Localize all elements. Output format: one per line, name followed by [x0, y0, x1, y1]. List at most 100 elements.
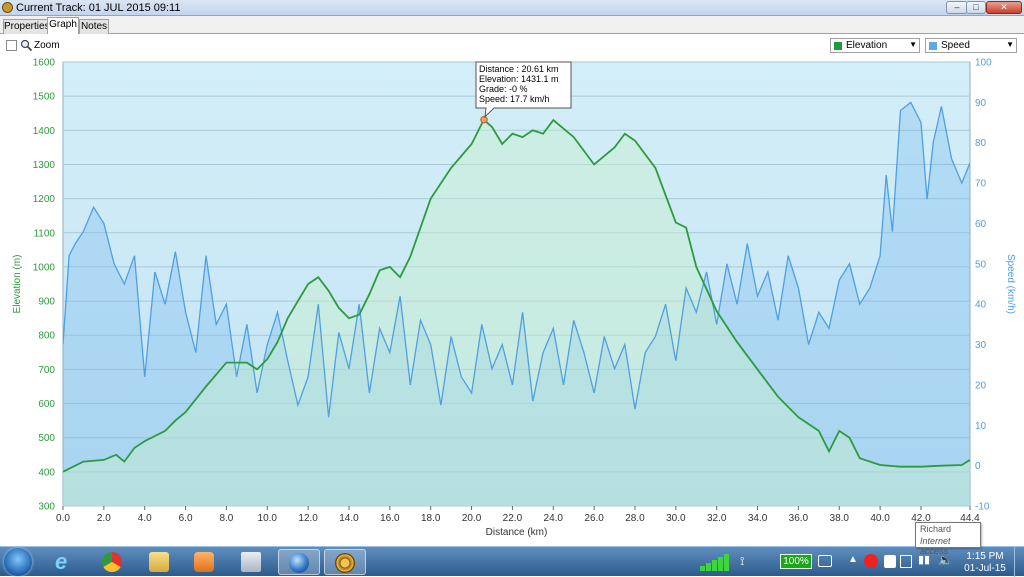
x-tick-label: 20.0 — [462, 513, 482, 524]
network-status: Internet access — [920, 536, 951, 556]
calculator-icon — [241, 552, 261, 572]
y-right-tick-label: 10 — [975, 421, 987, 432]
taskbar-file-explorer[interactable] — [141, 549, 179, 575]
taskbar-google-earth[interactable] — [278, 549, 320, 575]
device-icon[interactable] — [884, 555, 896, 568]
elevation-speed-chart[interactable]: 1600150014001300120011001000900800700600… — [0, 58, 1024, 546]
y-right-tick-label: 30 — [975, 340, 987, 351]
y-right-tick-label: 80 — [975, 138, 987, 149]
hover-marker-dot — [480, 115, 488, 124]
y-left-tick-label: 400 — [38, 467, 55, 478]
x-axis-label: Distance (km) — [486, 527, 548, 538]
x-tick-label: 36.0 — [789, 513, 809, 524]
show-desktop-button[interactable] — [1014, 547, 1024, 577]
x-tick-label: 26.0 — [584, 513, 604, 524]
zoom-label: Zoom — [34, 40, 60, 51]
network-name: Richard — [920, 524, 952, 534]
x-tick-label: 16.0 — [380, 513, 400, 524]
taskbar-media-player[interactable] — [186, 549, 224, 575]
taskbar-basecamp[interactable] — [324, 549, 366, 575]
window-titlebar: Current Track: 01 JUL 2015 09:11 – □ ✕ — [0, 0, 1024, 16]
graph-toolbar: Zoom Elevation ▼ Speed ▼ — [0, 34, 1024, 58]
point-info-tooltip: Distance : 20.61 km Elevation: 1431.1 m … — [475, 61, 572, 119]
hover-marker — [480, 115, 488, 124]
x-tick-label: 14.0 — [339, 513, 359, 524]
taskbar-internet-explorer[interactable]: e — [47, 549, 85, 575]
chrome-icon — [102, 552, 122, 572]
right-axis-select[interactable]: Speed ▼ — [925, 38, 1017, 53]
window-title: Current Track: 01 JUL 2015 09:11 — [16, 2, 181, 14]
plug-icon[interactable] — [818, 555, 832, 567]
x-tick-label: 10.0 — [258, 513, 278, 524]
app-icon — [2, 2, 13, 13]
close-button[interactable]: ✕ — [986, 1, 1022, 14]
x-tick-label: 38.0 — [830, 513, 850, 524]
tab-properties[interactable]: Properties — [3, 19, 50, 34]
y-left-tick-label: 1000 — [33, 262, 56, 273]
y-left-tick-label: 1300 — [33, 160, 56, 171]
y-right-tick-label: 0 — [975, 461, 981, 472]
tab-graph[interactable]: Graph — [47, 17, 79, 34]
folder-icon — [149, 552, 169, 572]
network-tooltip: Richard Internet access — [915, 522, 981, 556]
x-tick-label: 4.0 — [138, 513, 152, 524]
left-axis-select-value: Elevation — [846, 40, 888, 51]
x-tick-label: 30.0 — [666, 513, 686, 524]
antivirus-icon[interactable] — [864, 554, 878, 568]
x-tick-label: 22.0 — [503, 513, 523, 524]
y-left-tick-label: 600 — [38, 399, 55, 410]
x-tick-label: 32.0 — [707, 513, 727, 524]
y-right-tick-label: 40 — [975, 300, 987, 311]
speed-swatch — [929, 42, 937, 50]
x-tick-label: 6.0 — [179, 513, 193, 524]
elevation-swatch — [834, 42, 842, 50]
x-tick-label: 8.0 — [219, 513, 233, 524]
x-tick-label: 28.0 — [625, 513, 645, 524]
y-left-tick-label: 1200 — [33, 194, 56, 205]
x-tick-label: 40.0 — [870, 513, 890, 524]
tooltip-elevation: Elevation: 1431.1 m — [479, 74, 559, 84]
taskbar: e ⟟ 100% ▲ ▮▮ 🔈 1:15 PM 01-Jul-15 — [0, 546, 1024, 577]
y-left-tick-label: 300 — [38, 502, 55, 513]
start-button[interactable] — [4, 548, 32, 576]
minimize-button[interactable]: – — [946, 1, 968, 14]
x-tick-label: 18.0 — [421, 513, 441, 524]
taskbar-chrome[interactable] — [94, 549, 132, 575]
tooltip-speed: Speed: 17.7 km/h — [479, 94, 550, 104]
globe-icon — [289, 553, 309, 573]
clock-date[interactable]: 01-Jul-15 — [960, 563, 1010, 574]
flag-icon[interactable] — [900, 555, 912, 568]
zoom-checkbox[interactable] — [6, 40, 17, 51]
signal-strength-icon[interactable] — [698, 552, 732, 572]
y-left-tick-label: 700 — [38, 365, 55, 376]
left-axis-select[interactable]: Elevation ▼ — [830, 38, 920, 53]
maximize-button[interactable]: □ — [966, 1, 986, 14]
y-left-tick-label: 1600 — [33, 58, 56, 69]
x-tick-label: 0.0 — [56, 513, 70, 524]
y-right-tick-label: 60 — [975, 219, 987, 230]
battery-indicator[interactable]: 100% — [780, 554, 812, 569]
x-tick-label: 2.0 — [97, 513, 111, 524]
tooltip-grade: Grade: -0 % — [479, 84, 528, 94]
antenna-icon[interactable]: ⟟ — [740, 554, 754, 570]
y-axis-right-label: Speed (km/h) — [1005, 254, 1016, 314]
internet-explorer-icon: e — [55, 549, 68, 574]
y-left-tick-label: 500 — [38, 433, 55, 444]
show-hidden-icons-icon[interactable]: ▲ — [848, 554, 858, 565]
y-right-tick-label: 20 — [975, 380, 987, 391]
y-right-tick-label: -10 — [975, 502, 990, 513]
y-left-tick-label: 1500 — [33, 92, 56, 103]
chevron-down-icon: ▼ — [1006, 40, 1014, 49]
x-tick-label: 12.0 — [298, 513, 318, 524]
tooltip-distance: Distance : 20.61 km — [479, 64, 559, 74]
tab-notes[interactable]: Notes — [79, 19, 109, 34]
y-right-tick-label: 100 — [975, 58, 992, 69]
y-right-tick-label: 50 — [975, 259, 987, 270]
x-tick-label: 24.0 — [544, 513, 564, 524]
taskbar-calculator[interactable] — [233, 549, 271, 575]
y-left-tick-label: 1100 — [33, 228, 55, 239]
basecamp-icon — [335, 553, 355, 573]
tab-strip: Properties Graph Notes — [0, 16, 1024, 34]
media-player-icon — [194, 552, 214, 572]
y-left-tick-label: 1400 — [33, 126, 56, 137]
